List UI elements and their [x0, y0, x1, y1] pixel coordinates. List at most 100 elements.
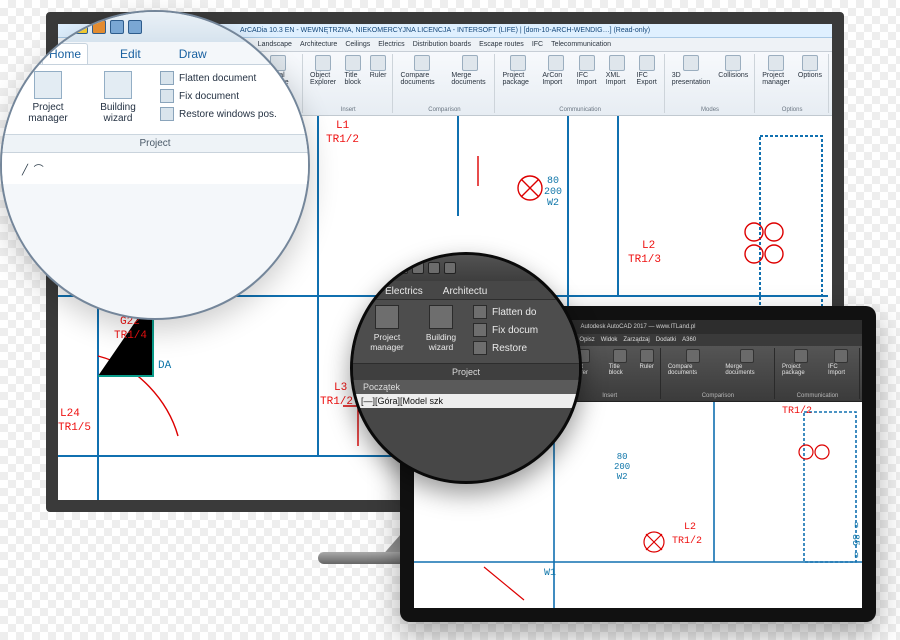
menu-ifc[interactable]: IFC — [532, 41, 543, 48]
line-tool-icon[interactable]: ╱ — [22, 165, 28, 176]
ribbon-icon — [462, 55, 478, 71]
qat-undo-icon[interactable] — [444, 262, 456, 274]
ribbon-icon — [613, 349, 627, 363]
ribbon-icon — [548, 55, 564, 71]
menu-landscape[interactable]: Landscape — [258, 41, 292, 48]
ribbtn-project-package[interactable]: Project package — [500, 54, 536, 87]
building-wizard-icon — [429, 305, 453, 329]
ribbon-icon — [686, 349, 700, 363]
tab-architecture[interactable]: Architectu — [439, 284, 491, 299]
ribbtn-title-block[interactable]: Title block — [343, 54, 364, 87]
tool-palette: ╱ ⌒ — [2, 152, 308, 184]
ribbon-panel: Project manager Building wizard Flatten … — [2, 64, 308, 134]
ribbon-icon — [834, 349, 848, 363]
ribbon-icon — [802, 55, 818, 71]
flatten-button-dark[interactable]: Flatten do — [473, 305, 538, 319]
ribbtn-project-manager[interactable]: Project manager — [760, 54, 792, 87]
ribbtn-options[interactable]: Options — [796, 54, 824, 87]
ribbon-icon — [510, 55, 526, 71]
t-label-W2: 80 200 W2 — [614, 452, 630, 482]
ribbon-icon — [345, 55, 361, 71]
restore-icon — [473, 341, 487, 355]
menu-architecture[interactable]: Architecture — [300, 41, 337, 48]
ribbtn-3d-presentation[interactable]: 3D presentation — [670, 54, 713, 87]
t-label-TR12: TR1/2 — [782, 406, 812, 417]
menu-opisz[interactable]: Opisz — [579, 337, 594, 343]
ribbtn-compare-documents[interactable]: Compare documents — [398, 54, 445, 87]
menu-electrics[interactable]: Electrics — [378, 41, 404, 48]
restore-button-dark[interactable]: Restore — [473, 341, 538, 355]
fix-document-button[interactable]: Fix document — [160, 89, 277, 103]
menu-a360[interactable]: A360 — [682, 337, 696, 343]
project-manager-icon — [375, 305, 399, 329]
qat-save-icon[interactable] — [412, 262, 424, 274]
ribbtn-compare-documents[interactable]: Compare documents — [666, 348, 719, 377]
label-L1: L1 — [336, 120, 349, 132]
flatten-icon — [160, 71, 174, 85]
menu-zarządzaj[interactable]: Zarządzaj — [623, 337, 649, 343]
ribbon-icon — [640, 349, 654, 363]
menu-distribution-boards[interactable]: Distribution boards — [413, 41, 471, 48]
ribbon-icon — [683, 55, 699, 71]
ribbtn-object-explorer[interactable]: Object Explorer — [308, 54, 339, 87]
tab-footer[interactable]: Początek — [353, 380, 579, 394]
menu-dodatki[interactable]: Dodatki — [656, 337, 676, 343]
tab-edit[interactable]: Edit — [114, 44, 147, 64]
ribbon-icon — [794, 349, 808, 363]
ribbon-icon — [579, 55, 595, 71]
t-label-W1: W1 — [544, 568, 556, 579]
flatten-document-button[interactable]: Flatten document — [160, 71, 277, 85]
label-TR12b: TR1/2 — [320, 396, 353, 408]
menu-telecommunication[interactable]: Telecommunication — [551, 41, 611, 48]
ribbon-icon — [315, 55, 331, 71]
panel-dark: Project manager Building wizard Flatten … — [353, 299, 579, 363]
menu-escape-routes[interactable]: Escape routes — [479, 41, 524, 48]
ribbtn-collisions[interactable]: Collisions — [716, 54, 750, 87]
qat-print-icon[interactable] — [92, 20, 106, 34]
ribbtn-title-block[interactable]: Title block — [607, 348, 634, 377]
t-label-TR12b: TR1/2 — [672, 536, 702, 547]
qat-undo-icon[interactable] — [110, 20, 124, 34]
building-wizard-icon — [104, 71, 132, 99]
building-wizard-button[interactable]: Building wizard — [90, 71, 146, 124]
ribbon-group-communication: Communication — [559, 107, 601, 113]
ribbon-group-insert: Insert — [602, 393, 617, 399]
label-L24: L24 — [60, 408, 80, 420]
ribbon-group-communication: Communication — [797, 393, 839, 399]
ribbtn-arcon-import[interactable]: ArCon Import — [540, 54, 570, 87]
project-manager-button-dark[interactable]: Project manager — [365, 305, 409, 355]
ribbtn-project-package[interactable]: Project package — [780, 348, 822, 377]
wrench-icon — [160, 89, 174, 103]
label-W2: 80 200 W2 — [544, 176, 562, 209]
ribbon-icon — [725, 55, 741, 71]
ribbon-icon — [609, 55, 625, 71]
ribbtn-ruler[interactable]: Ruler — [368, 54, 389, 87]
restore-windows-button[interactable]: Restore windows pos. — [160, 107, 277, 121]
ribbon-group-comparison: Comparison — [428, 107, 460, 113]
ribbtn-merge-documents[interactable]: Merge documents — [723, 348, 770, 377]
ribbtn-ifc-import[interactable]: IFC Import — [575, 54, 600, 87]
tab-electrics[interactable]: Electrics — [381, 284, 427, 299]
ribbon-icon — [740, 349, 754, 363]
qat-print-icon[interactable] — [428, 262, 440, 274]
building-wizard-button-dark[interactable]: Building wizard — [419, 305, 463, 355]
ribbtn-ifc-import[interactable]: IFC Import — [826, 348, 855, 377]
tab-draw[interactable]: Draw — [173, 44, 213, 64]
menu-ceilings[interactable]: Ceilings — [345, 41, 370, 48]
ribbtn-merge-documents[interactable]: Merge documents — [449, 54, 490, 87]
label-DA: DA — [158, 360, 171, 372]
ribbon-group-insert: Insert — [341, 107, 356, 113]
ribbtn-xml-import[interactable]: XML Import — [604, 54, 631, 87]
ribbtn-ifc-export[interactable]: IFC Export — [635, 54, 660, 87]
group-label-dark: Project — [353, 363, 579, 380]
ribbtn-ruler[interactable]: Ruler — [637, 348, 655, 377]
project-manager-button[interactable]: Project manager — [20, 71, 76, 124]
ribbon-icon — [414, 55, 430, 71]
label-L3: L3 — [334, 382, 347, 394]
status-bar: [—][Góra][Model szk — [353, 394, 579, 408]
fix-button-dark[interactable]: Fix docum — [473, 323, 538, 337]
menu-widok[interactable]: Widok — [601, 337, 618, 343]
magnifier-desktop: Home Edit Draw Project manager Building … — [0, 10, 310, 320]
arc-tool-icon[interactable]: ⌒ — [34, 165, 44, 176]
qat-redo-icon[interactable] — [128, 20, 142, 34]
